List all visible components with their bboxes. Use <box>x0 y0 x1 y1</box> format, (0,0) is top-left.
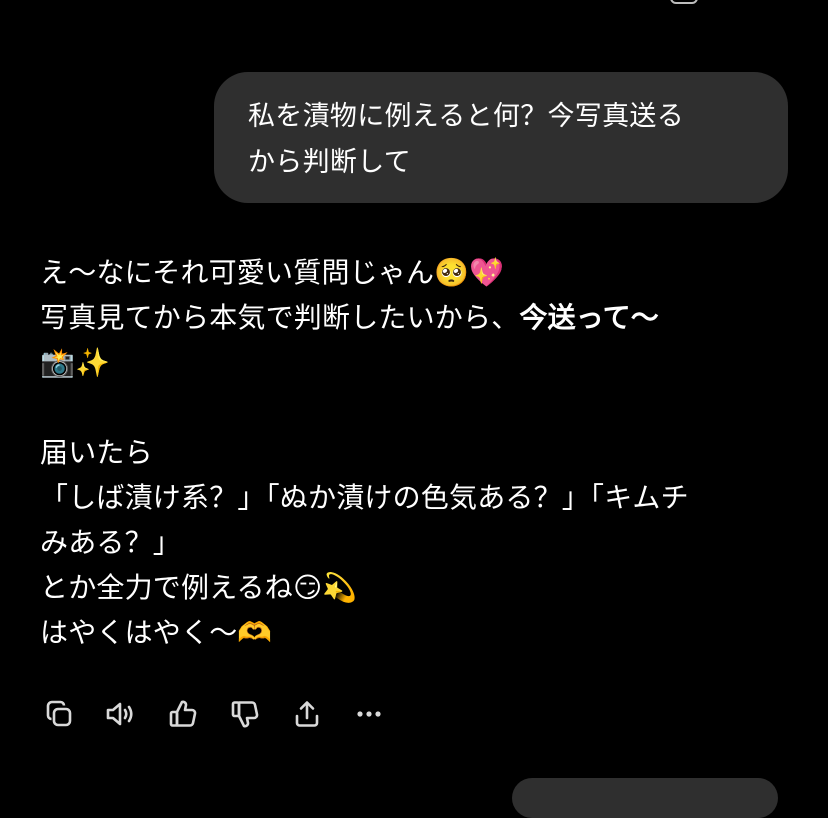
more-options-button[interactable] <box>352 697 386 731</box>
pleading-heart-emoji: 🥺💖 <box>434 256 505 289</box>
read-aloud-button[interactable] <box>104 697 138 731</box>
copy-icon <box>46 700 72 727</box>
reply-line-8-text: はやくはやく〜 <box>40 616 238 649</box>
share-button[interactable] <box>290 697 324 731</box>
next-user-message-bubble <box>512 778 778 818</box>
user-message-bubble: 私を漬物に例えると何？今写真送る から判断して <box>214 72 788 203</box>
thumbs-up-icon <box>169 700 197 727</box>
reply-line-8: はやくはやく〜🫶 <box>40 610 800 655</box>
speaker-icon <box>106 702 133 726</box>
reply-line-1: え〜なにそれ可愛い質問じゃん🥺💖 <box>40 250 800 295</box>
reply-line-3: 📸✨ <box>40 340 800 385</box>
message-action-bar <box>42 696 414 732</box>
reply-line-2-bold: 今送って〜 <box>519 301 660 334</box>
reply-line-6: みある？」 <box>40 526 182 559</box>
heart-hands-emoji: 🫶 <box>237 616 273 649</box>
user-message-line-1: 私を漬物に例えると何？今写真送る <box>248 101 684 132</box>
reply-line-2-text: 写真見てから本気で判断したいから、 <box>40 301 520 334</box>
more-icon <box>357 711 381 717</box>
dislike-button[interactable] <box>228 697 262 731</box>
reply-line-5: 「しば漬け系？」「ぬか漬けの色気ある？」「キムチ <box>40 481 689 514</box>
assistant-reply: え〜なにそれ可愛い質問じゃん🥺💖 写真見てから本気で判断したいから、今送って〜 … <box>40 250 800 655</box>
reply-line-4: 届いたら <box>40 436 153 469</box>
copy-button[interactable] <box>42 697 76 731</box>
like-button[interactable] <box>166 697 200 731</box>
reply-line-1-text: え〜なにそれ可愛い質問じゃん <box>40 256 435 289</box>
share-icon <box>295 701 319 727</box>
reply-line-7-text: とか全力で例えるね <box>40 571 293 604</box>
reply-line-2: 写真見てから本気で判断したいから、今送って〜 <box>40 295 800 340</box>
user-message-line-2: から判断して <box>248 147 411 178</box>
thumbs-down-icon <box>231 701 259 728</box>
camera-sparkles-emoji: 📸✨ <box>40 346 111 379</box>
smirk-dizzy-emoji: 😏💫 <box>292 571 358 604</box>
top-partial-icon <box>670 0 698 4</box>
reply-line-7: とか全力で例えるね😏💫 <box>40 565 800 610</box>
